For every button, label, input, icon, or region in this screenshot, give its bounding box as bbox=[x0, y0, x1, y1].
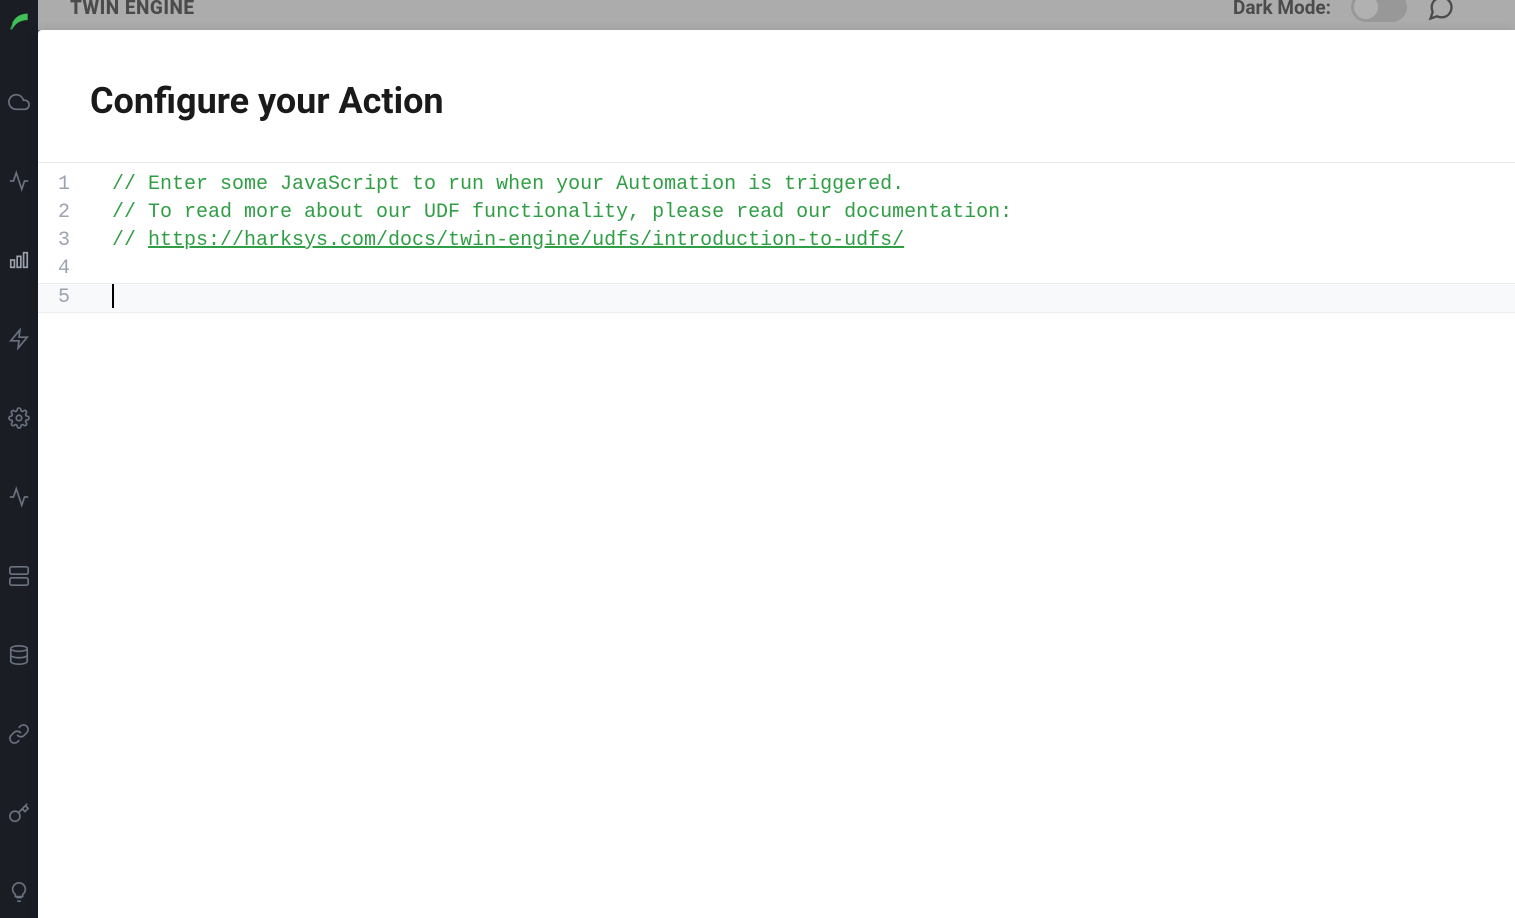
bulb-icon[interactable] bbox=[7, 880, 31, 904]
key-icon[interactable] bbox=[7, 801, 31, 825]
leaf-logo[interactable] bbox=[0, 0, 38, 38]
activity-icon[interactable] bbox=[7, 169, 31, 193]
editor-line[interactable]: 3 // https://harksys.com/docs/twin-engin… bbox=[38, 227, 1515, 255]
editor-line[interactable]: 1 // Enter some JavaScript to run when y… bbox=[38, 171, 1515, 199]
line-number: 2 bbox=[38, 199, 100, 227]
line-number: 5 bbox=[38, 284, 100, 312]
pulse-icon[interactable] bbox=[7, 485, 31, 509]
line-content[interactable]: // Enter some JavaScript to run when you… bbox=[100, 171, 1515, 199]
line-number: 1 bbox=[38, 171, 100, 199]
configure-action-panel: Configure your Action 1 // Enter some Ja… bbox=[38, 30, 1515, 918]
bolt-icon[interactable] bbox=[7, 327, 31, 351]
editor-line[interactable]: 4 bbox=[38, 255, 1515, 283]
text-cursor bbox=[112, 284, 114, 308]
database-icon[interactable] bbox=[7, 643, 31, 667]
sidebar bbox=[0, 0, 38, 918]
link-icon[interactable] bbox=[7, 722, 31, 746]
cloud-icon[interactable] bbox=[7, 90, 31, 114]
docs-link[interactable]: https://harksys.com/docs/twin-engine/udf… bbox=[148, 229, 904, 252]
line-content[interactable] bbox=[100, 284, 1515, 312]
bar-chart-icon[interactable] bbox=[7, 248, 31, 272]
line-content[interactable]: // https://harksys.com/docs/twin-engine/… bbox=[100, 227, 1515, 255]
line-number: 4 bbox=[38, 255, 100, 283]
server-icon[interactable] bbox=[7, 564, 31, 588]
modal-header: Configure your Action bbox=[38, 30, 1515, 162]
editor-line[interactable]: 2 // To read more about our UDF function… bbox=[38, 199, 1515, 227]
code-editor[interactable]: 1 // Enter some JavaScript to run when y… bbox=[38, 162, 1515, 313]
line-number: 3 bbox=[38, 227, 100, 255]
line-content[interactable]: // To read more about our UDF functional… bbox=[100, 199, 1515, 227]
gear-icon[interactable] bbox=[7, 406, 31, 430]
modal-title: Configure your Action bbox=[90, 80, 1515, 122]
editor-line-active[interactable]: 5 bbox=[38, 283, 1515, 313]
